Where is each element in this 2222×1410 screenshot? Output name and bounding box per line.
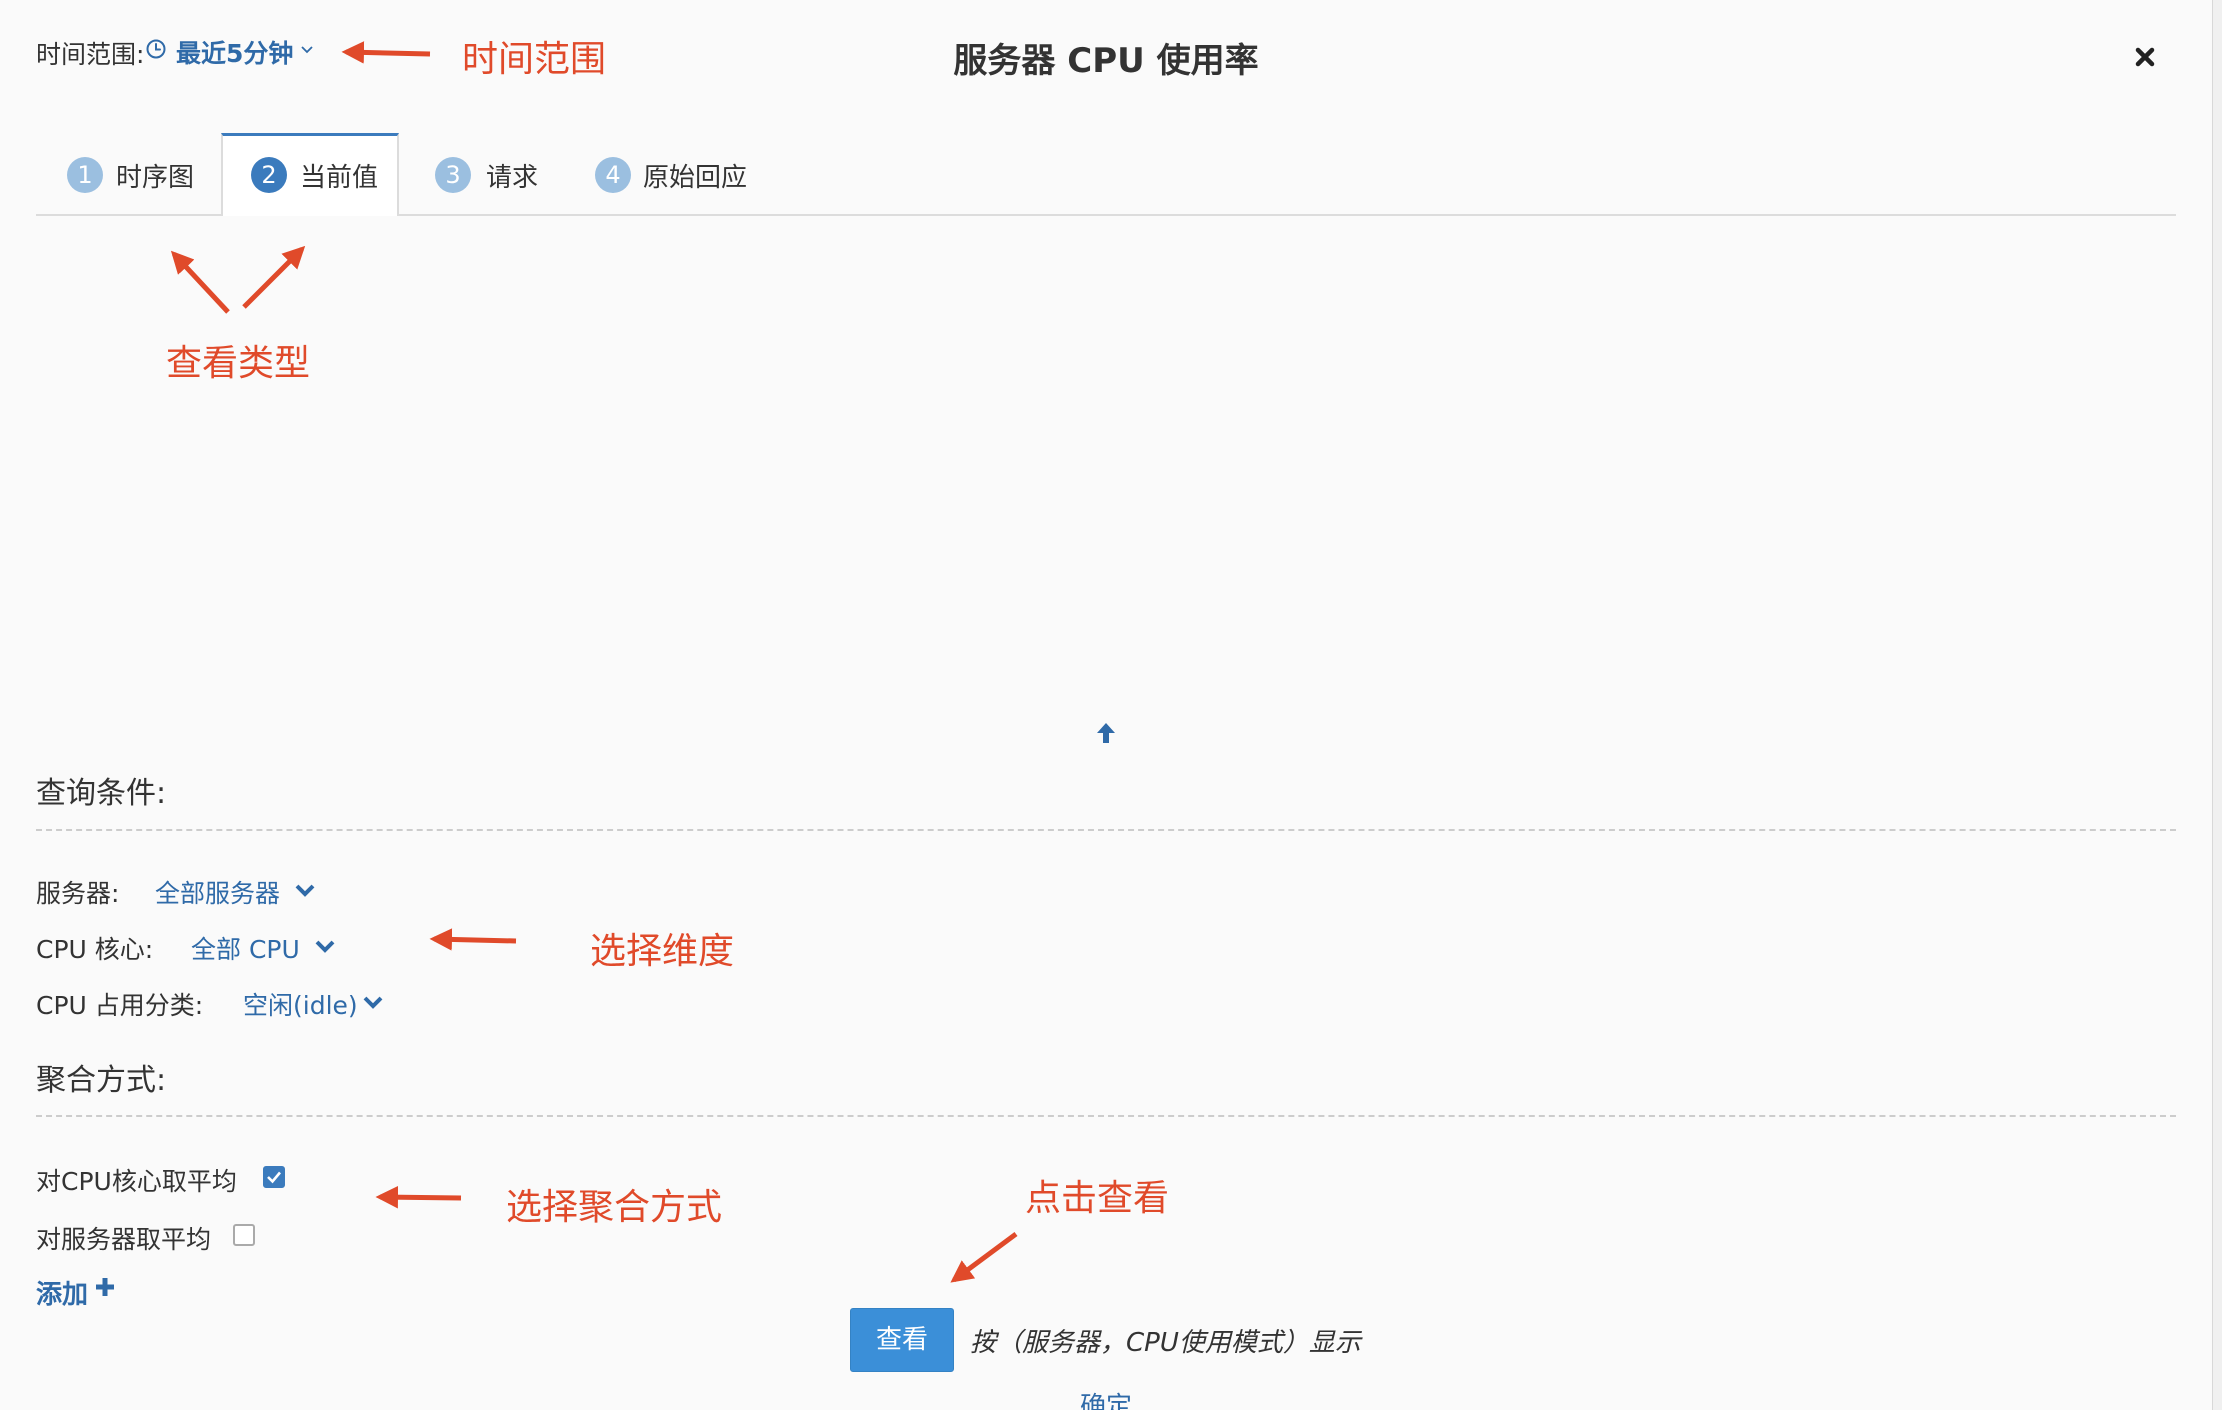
- avg-cpu-core-checkbox[interactable]: [263, 1166, 285, 1188]
- tab-label: 当前值: [300, 163, 379, 193]
- server-filter-dropdown[interactable]: 全部服务器: [155, 874, 280, 910]
- dashed-divider: [36, 829, 2176, 831]
- tab-number-badge: 2: [251, 157, 287, 193]
- aggregation-section-title: 聚合方式:: [36, 1063, 167, 1098]
- modal-panel: 时间范围: 最近5分钟 服务器 CPU 使用率 1 时序图 2 当前值 3 请求: [0, 0, 2212, 1410]
- add-aggregation-link[interactable]: 添加: [36, 1274, 88, 1311]
- confirm-link[interactable]: 确定: [0, 1386, 2212, 1410]
- annotation-click-view: 点击查看: [1025, 1178, 1170, 1219]
- page-title: 服务器 CPU 使用率: [953, 41, 1259, 81]
- cpu-usage-type-filter-dropdown[interactable]: 空闲(idle): [243, 986, 358, 1022]
- chevron-down-icon[interactable]: [314, 938, 336, 954]
- cpu-usage-type-filter-label: CPU 占用分类:: [36, 991, 204, 1020]
- view-hint-text: 按（服务器，CPU使用模式）显示: [970, 1328, 1361, 1358]
- cpu-core-filter-label: CPU 核心:: [36, 935, 154, 964]
- close-icon[interactable]: [2128, 40, 2162, 74]
- tab-label: 请求: [486, 163, 539, 193]
- checkmark-icon: [267, 1171, 281, 1184]
- dashed-divider: [36, 1115, 2176, 1117]
- chevron-down-icon[interactable]: [362, 994, 384, 1010]
- view-button[interactable]: 查看: [850, 1308, 954, 1372]
- tab-number-badge: 3: [435, 157, 471, 193]
- annotation-view-type: 查看类型: [166, 343, 311, 384]
- tab-number-badge: 1: [67, 157, 103, 193]
- arrow-to-filters: [429, 928, 517, 951]
- annotation-select-aggregation: 选择聚合方式: [506, 1187, 723, 1228]
- tab-label: 时序图: [116, 163, 195, 193]
- avg-cpu-core-label: 对CPU核心取平均: [36, 1167, 237, 1196]
- avg-server-label: 对服务器取平均: [36, 1225, 212, 1254]
- server-filter-label: 服务器:: [36, 879, 120, 908]
- tab-label: 原始回应: [643, 163, 748, 193]
- arrow-to-tab-timeseries: [170, 250, 230, 314]
- arrow-to-aggregation: [375, 1185, 462, 1209]
- scrollbar[interactable]: [2212, 0, 2222, 1410]
- screenshot-stage: 时间范围: 最近5分钟 服务器 CPU 使用率 1 时序图 2 当前值 3 请求: [0, 0, 2222, 1410]
- chevron-down-icon[interactable]: [294, 882, 316, 898]
- annotation-select-dimension: 选择维度: [590, 931, 735, 972]
- annotation-time-range: 时间范围: [462, 39, 607, 80]
- arrow-to-view-button: [950, 1231, 1018, 1283]
- plus-icon[interactable]: [94, 1276, 116, 1298]
- tab-number-badge: 4: [595, 157, 631, 193]
- cpu-core-filter-dropdown[interactable]: 全部 CPU: [191, 930, 300, 966]
- avg-server-checkbox[interactable]: [233, 1224, 255, 1246]
- query-section-title: 查询条件:: [36, 776, 167, 811]
- arrow-to-tab-current: [242, 245, 306, 309]
- arrow-up-icon[interactable]: [1093, 720, 1119, 746]
